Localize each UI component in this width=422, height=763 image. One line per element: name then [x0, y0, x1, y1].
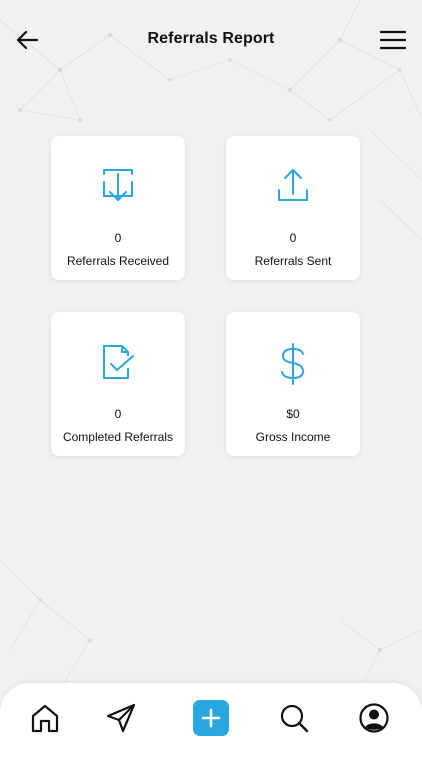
- page-title: Referrals Report: [147, 30, 275, 47]
- referrals-received-card[interactable]: 0 Referrals Received: [51, 136, 185, 280]
- gross-income-label: Gross Income: [255, 430, 331, 444]
- gross-income-card[interactable]: $0 Gross Income: [226, 312, 360, 456]
- send-icon: [106, 703, 136, 733]
- bottom-navigation: [0, 683, 422, 763]
- profile-icon: [359, 703, 389, 733]
- nav-home-button[interactable]: [27, 700, 63, 736]
- gross-income-value: $0: [286, 407, 300, 421]
- completed-referrals-label: Completed Referrals: [62, 430, 174, 444]
- dollar-icon: [281, 343, 305, 385]
- search-icon: [280, 704, 309, 733]
- completed-referrals-card[interactable]: 0 Completed Referrals: [51, 312, 185, 456]
- download-tray-icon: [103, 169, 133, 201]
- plus-icon: [201, 708, 221, 728]
- nav-send-button[interactable]: [103, 700, 139, 736]
- home-icon: [31, 704, 59, 733]
- header: Referrals Report: [0, 0, 422, 80]
- referrals-sent-label: Referrals Sent: [254, 254, 332, 268]
- referrals-received-label: Referrals Received: [66, 254, 170, 268]
- referrals-received-value: 0: [114, 231, 122, 245]
- nav-profile-button[interactable]: [356, 700, 392, 736]
- document-check-icon: [103, 345, 134, 379]
- menu-button[interactable]: [378, 27, 408, 53]
- completed-referrals-value: 0: [114, 407, 122, 421]
- hamburger-menu-icon: [380, 30, 406, 50]
- referrals-sent-card[interactable]: 0 Referrals Sent: [226, 136, 360, 280]
- referrals-sent-value: 0: [289, 231, 297, 245]
- nav-add-button[interactable]: [193, 700, 229, 736]
- nav-search-button[interactable]: [276, 700, 312, 736]
- upload-tray-icon: [278, 169, 308, 201]
